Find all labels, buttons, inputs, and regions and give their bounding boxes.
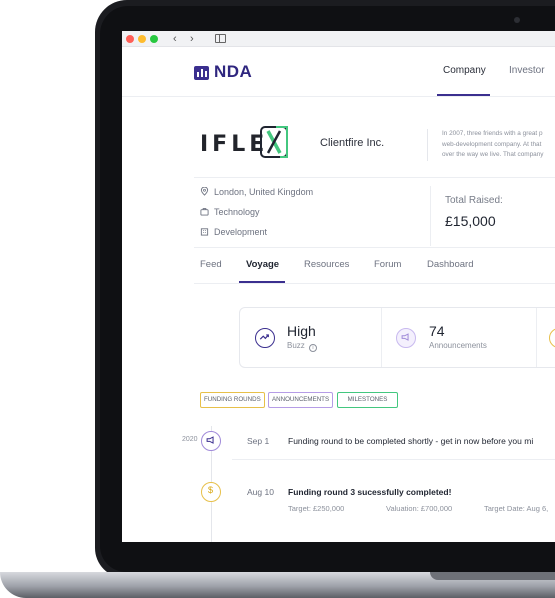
timeline-date: Sep 1 xyxy=(247,436,270,446)
buzz-label-text: Buzz xyxy=(287,341,305,350)
timeline-row-divider xyxy=(232,459,555,460)
company-logo-text: IFLE xyxy=(200,132,269,157)
stats-card: High Buzz i 74 Announcements xyxy=(239,307,555,368)
camera-dot xyxy=(514,17,520,23)
filter-milestones[interactable]: MILESTONES xyxy=(337,392,398,408)
tab-resources[interactable]: Resources xyxy=(304,259,349,270)
minimize-window-dot[interactable] xyxy=(138,35,146,43)
stage-text: Development xyxy=(214,227,268,237)
raised-divider xyxy=(430,186,431,246)
browser-screen: ‹ › NDA Company Investor IFLE Clientfire… xyxy=(122,31,555,542)
announcements-value: 74 xyxy=(429,323,445,339)
description-line: In 2007, three friends with a great p xyxy=(442,130,543,137)
header-divider xyxy=(427,129,428,161)
description-line: web-development company. At that xyxy=(442,140,542,148)
sidebar-icon[interactable] xyxy=(215,34,226,43)
tab-company[interactable]: Company xyxy=(443,65,486,76)
funding-target: Target: £250,000 xyxy=(288,504,345,513)
info-icon[interactable]: i xyxy=(309,344,318,352)
app-logo-text: NDA xyxy=(214,62,253,81)
location-text: London, United Kingdom xyxy=(214,187,314,197)
chevron-left-icon[interactable]: ‹ xyxy=(173,32,177,46)
laptop-frame: ‹ › NDA Company Investor IFLE Clientfire… xyxy=(0,0,555,598)
filter-announcements[interactable]: ANNOUNCEMENTS xyxy=(268,392,334,408)
app-header: NDA Company Investor xyxy=(122,47,555,97)
maximize-window-dot[interactable] xyxy=(150,35,158,43)
timeline-year: 2020 xyxy=(182,436,198,443)
announcements-label: Announcements xyxy=(429,341,487,350)
building-icon xyxy=(200,228,209,236)
milestone-icon xyxy=(549,328,555,348)
dollar-icon: $ xyxy=(201,482,221,502)
megaphone-icon xyxy=(396,328,416,348)
sector-text: Technology xyxy=(214,207,260,217)
filter-funding-rounds[interactable]: FUNDING ROUNDS xyxy=(200,392,265,408)
close-window-dot[interactable] xyxy=(126,35,134,43)
tab-dashboard[interactable]: Dashboard xyxy=(427,259,473,270)
total-raised-value: £15,000 xyxy=(445,213,496,229)
timeline-entry-text[interactable]: Funding round to be completed shortly - … xyxy=(288,436,533,446)
chevron-right-icon[interactable]: › xyxy=(190,32,194,46)
section-divider xyxy=(194,247,555,248)
nda-logo-icon xyxy=(194,66,209,80)
tab-feed[interactable]: Feed xyxy=(200,259,222,270)
section-divider xyxy=(194,177,555,178)
company-stage: Development xyxy=(200,227,267,237)
timeline-date: Aug 10 xyxy=(247,487,274,497)
funding-target-date: Target Date: Aug 6, xyxy=(484,504,549,513)
active-tab-underline xyxy=(437,94,490,96)
laptop-hinge xyxy=(430,572,555,580)
subnav-divider xyxy=(194,283,555,284)
company-sector: Technology xyxy=(200,207,260,217)
stat-separator xyxy=(536,308,537,367)
browser-chrome: ‹ › xyxy=(122,31,555,47)
location-pin-icon xyxy=(200,187,209,196)
buzz-label: Buzz i xyxy=(287,341,318,352)
tab-investor[interactable]: Investor xyxy=(509,65,545,76)
description-line: over the way we live. That company xyxy=(442,151,544,158)
buzz-value: High xyxy=(287,323,316,339)
company-description: In 2007, three friends with a great p we… xyxy=(442,129,555,161)
company-logo-mark-icon xyxy=(260,126,288,158)
company-location: London, United Kingdom xyxy=(200,187,313,197)
company-name: Clientfire Inc. xyxy=(320,137,385,149)
stat-separator xyxy=(381,308,382,367)
tab-voyage[interactable]: Voyage xyxy=(246,259,279,270)
total-raised-label: Total Raised: xyxy=(445,195,503,206)
funding-valuation: Valuation: £700,000 xyxy=(386,504,453,513)
trending-up-icon xyxy=(255,328,275,348)
tab-forum[interactable]: Forum xyxy=(374,259,401,270)
briefcase-icon xyxy=(200,208,209,216)
timeline-announcement-icon xyxy=(201,431,221,451)
timeline-entry-text[interactable]: Funding round 3 sucessfully completed! xyxy=(288,487,451,497)
